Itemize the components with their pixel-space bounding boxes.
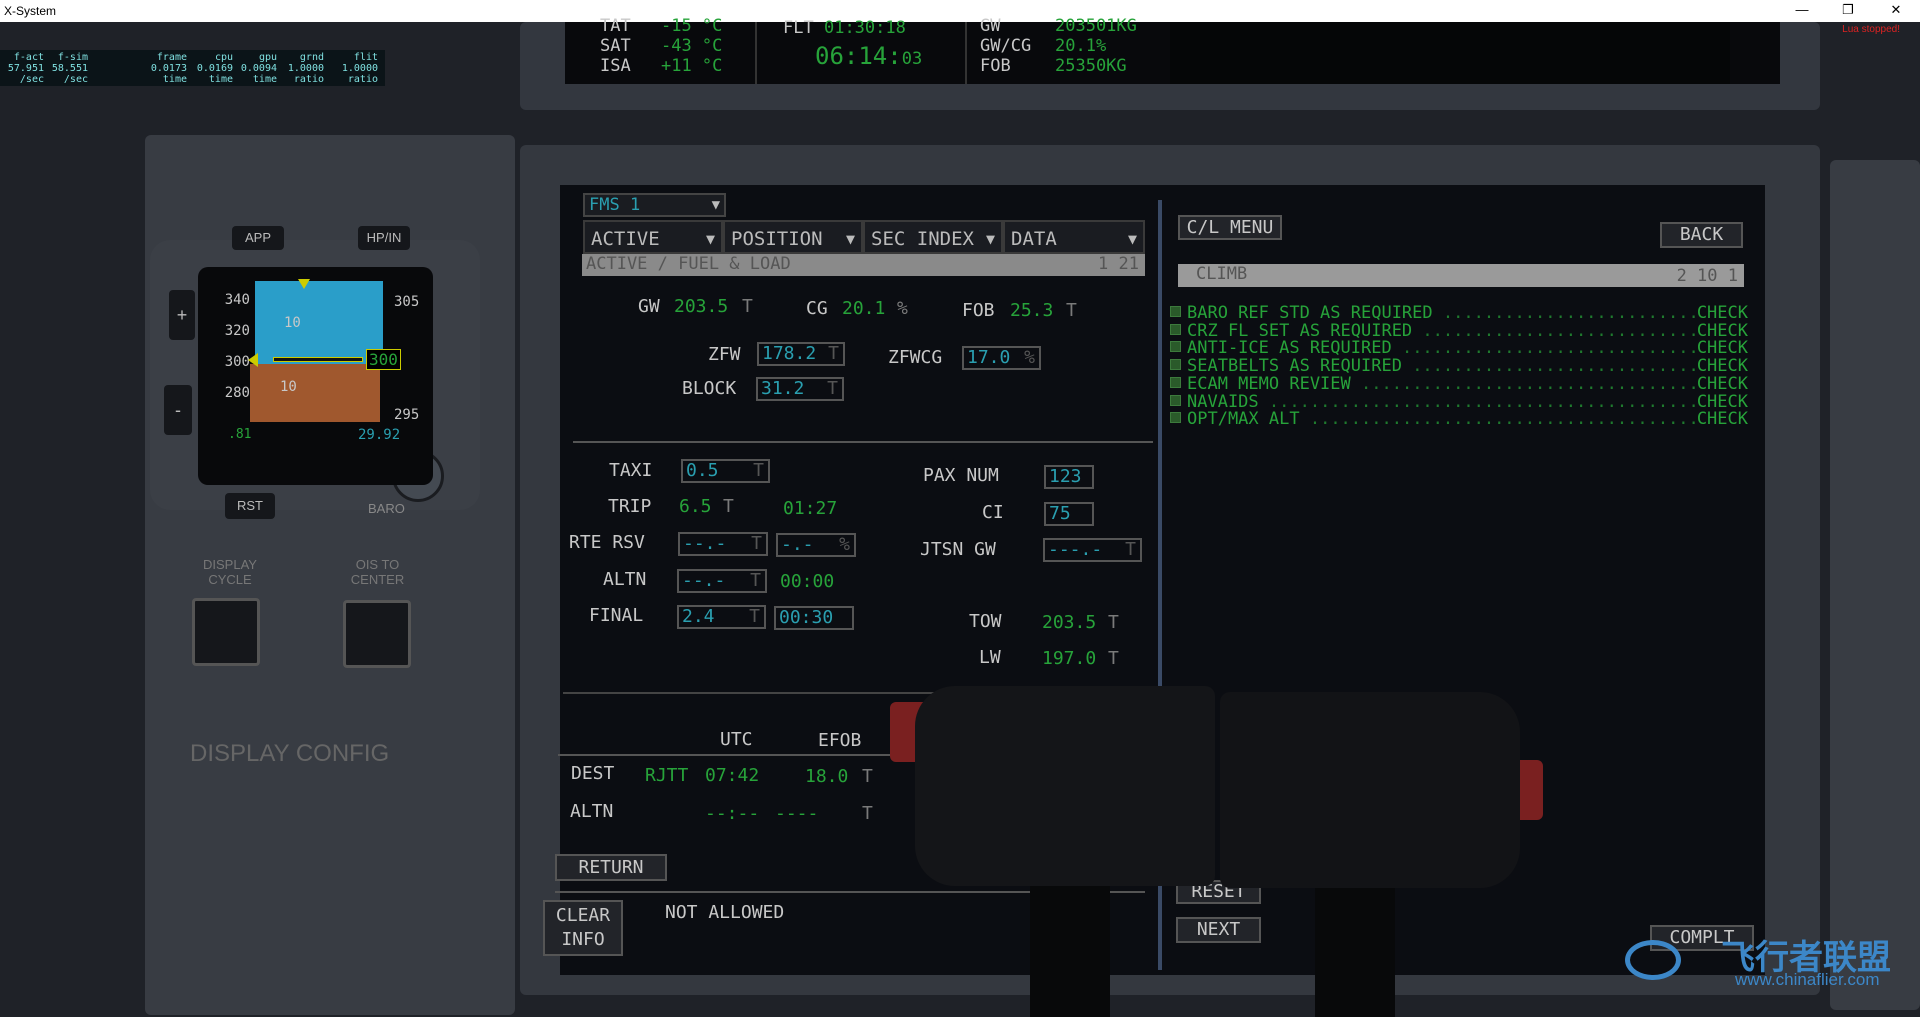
checklist-item[interactable]: OPT/MAX ALT ............................… xyxy=(1170,410,1750,429)
lua-status: Lua stopped! xyxy=(1842,24,1900,35)
minus-button[interactable]: - xyxy=(164,385,192,435)
cl-menu-button[interactable]: C/L MENU xyxy=(1178,215,1282,240)
clear-info-button[interactable]: CLEAR INFO xyxy=(543,900,623,956)
tab-position[interactable]: POSITION ▼ xyxy=(723,220,863,254)
hp-in-button[interactable]: HP/IN xyxy=(358,226,410,250)
title-bar: X-System — ❐ ✕ xyxy=(0,0,1920,22)
cg-value: 20.1 xyxy=(842,298,886,319)
checklist-item[interactable]: NAVAIDS ................................… xyxy=(1170,392,1750,411)
checklist-item[interactable]: BARO REF STD AS REQUIRED ...............… xyxy=(1170,304,1750,322)
final-input[interactable]: 2.4 T xyxy=(677,605,766,629)
right-panel xyxy=(1830,160,1920,1010)
gw-value: 203.5 xyxy=(674,296,729,317)
block-input[interactable]: 31.2 T xyxy=(756,377,844,401)
upper-ecam-display: TAT -15 °C SAT -43 °C ISA +11 °C FLT 01:… xyxy=(565,16,1780,84)
pax-input[interactable]: 123 xyxy=(1044,465,1094,489)
window-title: X-System xyxy=(4,4,57,18)
minimize-button[interactable]: — xyxy=(1782,0,1822,22)
rst-button[interactable]: RST xyxy=(225,493,275,519)
checkbox-icon[interactable] xyxy=(1170,341,1181,353)
checkbox-icon[interactable] xyxy=(1170,376,1181,388)
zfw-input[interactable]: 178.2 T xyxy=(757,342,845,366)
checklist-item[interactable]: SEATBELTS AS REQUIRED ..................… xyxy=(1170,357,1750,376)
checkbox-icon[interactable] xyxy=(1170,359,1181,371)
baro-label: BARO xyxy=(368,501,405,516)
plus-button[interactable]: + xyxy=(169,290,195,340)
close-button[interactable]: ✕ xyxy=(1876,0,1916,22)
next-button[interactable]: NEXT xyxy=(1176,917,1261,943)
framerate-stats: f-act 57.951/sec f-sim 58.551/sec frame 0.0… xyxy=(0,50,385,86)
checklist-item[interactable]: ECAM MEMO REVIEW .......................… xyxy=(1170,374,1750,393)
ci-input[interactable]: 75 xyxy=(1044,502,1094,526)
checkbox-icon[interactable] xyxy=(1170,394,1181,406)
tab-data[interactable]: DATA ▼ xyxy=(1003,220,1145,254)
display-cycle-label: DISPLAY CYCLE xyxy=(203,557,257,587)
tab-active[interactable]: ACTIVE ▼ xyxy=(583,220,723,254)
checklist-header: CLIMB 2 10 1 xyxy=(1178,264,1744,287)
display-config-label: DISPLAY CONFIG xyxy=(190,740,390,767)
plane-logo-icon xyxy=(1625,940,1681,980)
restore-button[interactable]: ❐ xyxy=(1828,0,1868,22)
return-button[interactable]: RETURN xyxy=(555,854,667,881)
jtsn-gw-input[interactable]: ---.- T xyxy=(1043,538,1142,562)
back-button[interactable]: BACK xyxy=(1660,222,1743,248)
rte-rsv-input[interactable]: --.- T xyxy=(678,532,768,556)
taxi-input[interactable]: 0.5 T xyxy=(681,459,770,483)
altn-input[interactable]: --.- T xyxy=(677,569,767,593)
message-line: NOT ALLOWED xyxy=(665,902,785,923)
checklist-item[interactable]: CRZ FL SET AS REQUIRED .................… xyxy=(1170,321,1750,340)
final-time-input[interactable]: 00:30 xyxy=(774,606,854,630)
app-button[interactable]: APP xyxy=(232,226,284,250)
checklist-item[interactable]: ANTI-ICE AS REQUIRED ...................… xyxy=(1170,339,1750,358)
ois-center-label: OIS TO CENTER xyxy=(350,557,405,587)
checkbox-icon[interactable] xyxy=(1170,306,1181,317)
zfwcg-input[interactable]: 17.0% xyxy=(962,346,1041,370)
fob-value: 25.3 xyxy=(1010,300,1054,321)
checkbox-icon[interactable] xyxy=(1170,412,1181,424)
pfd-screen: 10 10 340 320 300 280 305 300 295 .81 29.92 xyxy=(198,267,433,485)
attitude-ground xyxy=(250,364,380,422)
checkbox-icon[interactable] xyxy=(1170,323,1181,335)
tab-sec-index[interactable]: SEC INDEX ▼ xyxy=(863,220,1003,254)
throttle-lever-2[interactable] xyxy=(1220,692,1520,888)
attitude-sky xyxy=(255,281,383,364)
rte-rsv-pct-input[interactable]: -.-% xyxy=(776,533,856,557)
standby-instrument: APP HP/IN + - RST BARO 10 10 340 320 300 28… xyxy=(150,226,480,519)
page-header: ACTIVE / FUEL & LOAD 1 21 xyxy=(582,254,1145,276)
fms-selector[interactable]: FMS 1 ▼ xyxy=(583,193,726,217)
display-cycle-button[interactable] xyxy=(192,598,260,666)
ois-center-button[interactable] xyxy=(343,600,411,668)
throttle-lever-1[interactable] xyxy=(915,686,1215,886)
